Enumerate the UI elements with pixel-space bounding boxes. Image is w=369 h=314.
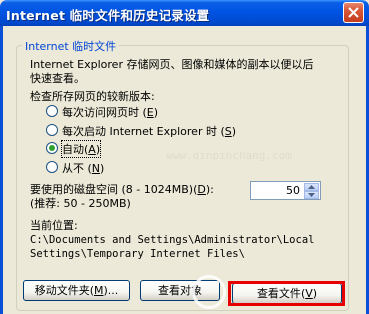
radio-button[interactable] <box>46 124 58 136</box>
move-folder-button[interactable]: 移动文件夹(M)... <box>23 280 130 301</box>
radio-button-selected[interactable] <box>46 142 58 154</box>
dialog-window: Internet 临时文件和历史记录设置 Internet 临时文件 Inter… <box>0 0 369 314</box>
disk-space-value[interactable]: 50 <box>286 184 300 197</box>
chevron-up-icon <box>308 185 315 189</box>
location-path-line-2: Settings\Temporary Internet Files\ <box>30 248 245 260</box>
watermark-text: www.qinpinchang.com <box>166 149 292 162</box>
check-newer-label: 检查所存网页的较新版本: <box>30 90 155 103</box>
radio-label[interactable]: 从不 (N) <box>62 160 104 176</box>
title-bar[interactable]: Internet 临时文件和历史记录设置 <box>0 0 369 26</box>
current-location-label: 当前位置: <box>30 219 78 232</box>
window-frame-left <box>0 26 3 314</box>
radio-button[interactable] <box>46 105 58 117</box>
close-button[interactable] <box>343 2 364 23</box>
location-path-line-1: C:\Documents and Settings\Administrator\… <box>30 234 315 246</box>
stepper-up-button[interactable] <box>304 183 319 191</box>
description-line-2: 快速查看。 <box>30 72 85 85</box>
highlight-box <box>228 281 345 306</box>
radio-label[interactable]: 每次访问网页时 (E) <box>62 104 158 120</box>
window-title: Internet 临时文件和历史记录设置 <box>6 8 210 23</box>
stepper-down-button[interactable] <box>304 191 319 199</box>
radio-label[interactable]: 每次启动 Internet Explorer 时 (S) <box>62 123 236 139</box>
radio-button[interactable] <box>46 161 58 173</box>
radio-label[interactable]: 自动(A) <box>60 140 102 158</box>
chevron-down-icon <box>308 193 315 197</box>
click-indicator <box>192 275 226 309</box>
disk-space-recommendation: (推荐: 50 - 250MB) <box>30 197 131 210</box>
disk-space-stepper[interactable]: 50 <box>250 181 321 200</box>
close-icon <box>348 7 359 18</box>
groupbox-legend: Internet 临时文件 <box>22 38 120 54</box>
